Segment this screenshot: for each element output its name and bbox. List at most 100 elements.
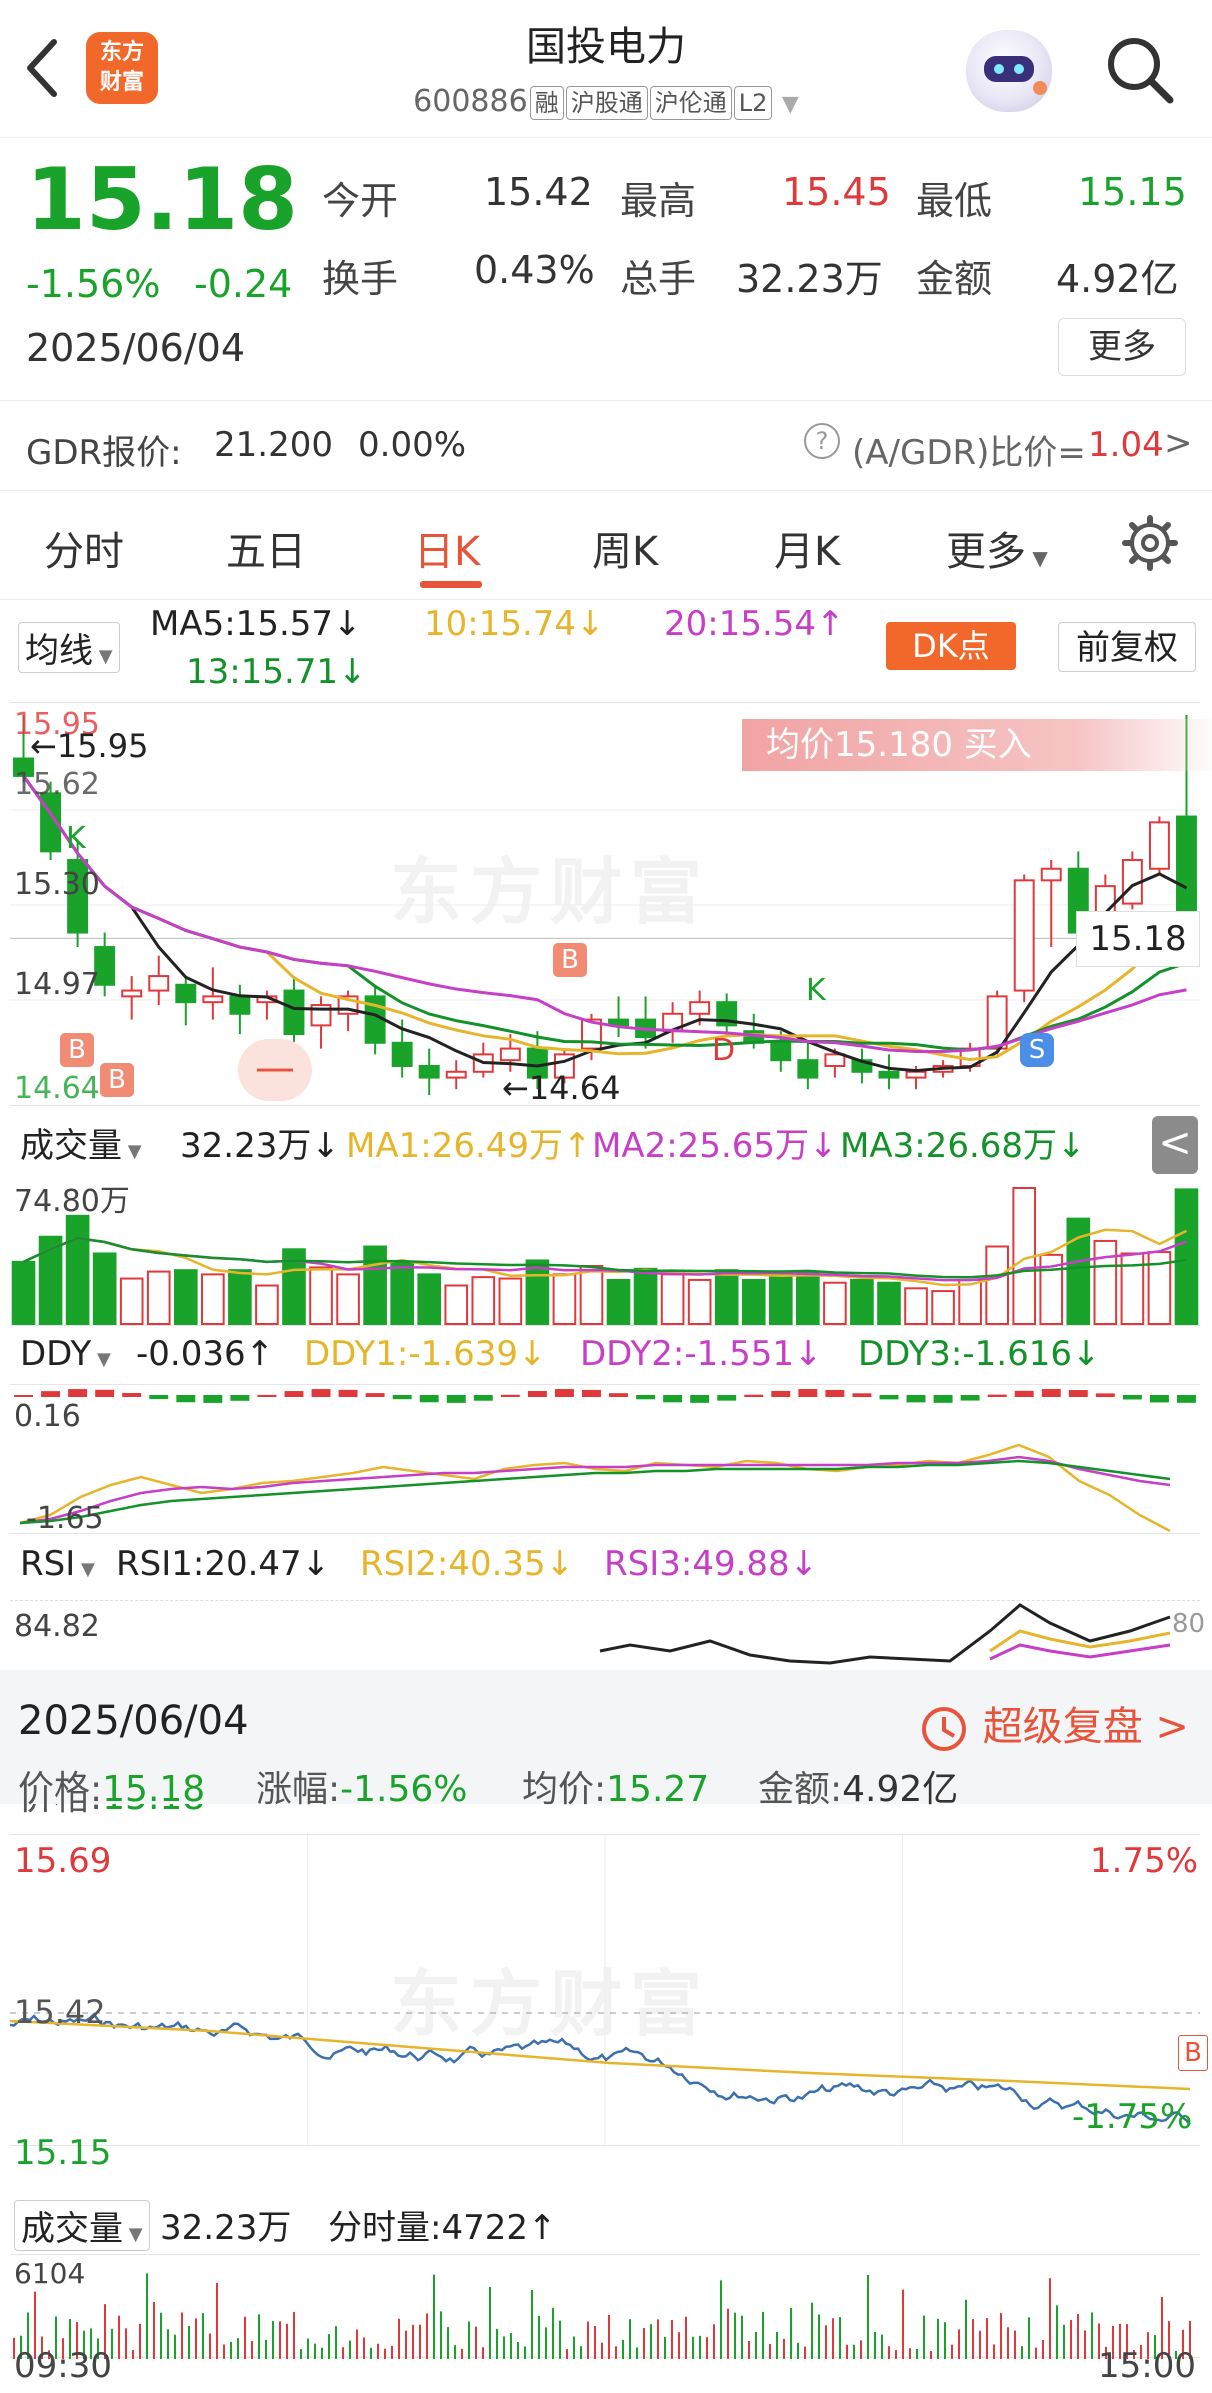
ma20-value: 20:15.54↑ (664, 604, 845, 644)
avg-price-banner[interactable]: 均价15.180 买入 (742, 719, 1212, 771)
volume-bar (660, 1273, 685, 1325)
volume-svg (11, 1187, 1199, 1326)
k-marker-left: K (66, 821, 86, 856)
volume-bar (11, 1260, 36, 1326)
volume-bar (119, 1277, 144, 1325)
candle-body (689, 1001, 711, 1015)
ddy-bar (933, 1395, 953, 1403)
volume-bar (444, 1284, 469, 1325)
rsi-selector[interactable]: RSI ▼ (14, 1544, 101, 1584)
ddy-selector[interactable]: DDY ▼ (14, 1334, 117, 1374)
sell-marker[interactable]: S (1020, 1033, 1054, 1067)
volume-selector[interactable]: 成交量 ▼ (14, 1118, 148, 1167)
buy-marker[interactable]: B (553, 943, 587, 977)
kline-y-2: 15.62 (14, 767, 100, 802)
candle-body (1040, 867, 1062, 882)
ma13-value: 13:15.71↓ (186, 652, 367, 692)
search-icon[interactable] (1104, 34, 1174, 104)
candle-body (445, 1070, 467, 1079)
open-label: 今开 (322, 179, 399, 223)
settings-gear-icon[interactable] (1122, 515, 1178, 571)
volume-bar (471, 1276, 496, 1326)
ddy-bar (473, 1395, 493, 1401)
stock-code: 600886 (413, 84, 528, 119)
high-value: 15.45 (782, 170, 891, 214)
ddy-y-bottom: -1.65 (26, 1501, 104, 1536)
help-icon[interactable]: ? (804, 423, 840, 459)
change-percent: -1.56% (26, 262, 161, 306)
volume-bar (985, 1245, 1009, 1325)
kline-y-4: 14.97 (14, 967, 100, 1002)
volume-bar (1174, 1188, 1199, 1326)
collapse-arrow-icon[interactable]: < (1152, 1116, 1198, 1174)
ddy-bar (527, 1390, 547, 1397)
volume-bar (417, 1273, 442, 1325)
intraday-pct-top: 1.75% (1090, 1841, 1199, 1881)
ma-selector[interactable]: 均线 ▼ (18, 622, 120, 673)
volume-bar (255, 1284, 279, 1325)
ma5-line (22, 775, 1188, 1073)
robot-assistant-icon[interactable] (966, 30, 1052, 112)
ma20-line (22, 775, 1187, 1053)
intraday-y-bottom: 15.15 (14, 2133, 112, 2173)
tab-five-day[interactable]: 五日 (226, 519, 306, 577)
intraday-info-row: 价格:15.18 涨幅:-1.56% 均价:15.27 金额:4.92亿 (0, 1752, 1212, 1810)
ddy-bar (365, 1393, 385, 1397)
gdr-row[interactable]: GDR报价: 21.200 0.00% ? (A/GDR)比价= 1.04 > (0, 400, 1212, 488)
volume-ma3: MA3:26.68万↓ (840, 1126, 1086, 1166)
ddy-bar (554, 1389, 574, 1397)
candle-body (770, 1041, 792, 1062)
ma10-line (22, 775, 1188, 1062)
rsi-y-top: 84.82 (14, 1609, 100, 1644)
intraday-tick-volume: 分时量:4722↑ (328, 2208, 557, 2248)
intraday-buy-marker[interactable]: B (1178, 2035, 1208, 2071)
super-replay-link[interactable]: 超级复盘 > (918, 1694, 1189, 1755)
rsi1-line (599, 1603, 1171, 1665)
volume-chart[interactable]: 74.80万 (10, 1174, 1200, 1326)
volume-bar (363, 1245, 387, 1325)
ddy-bar (1122, 1395, 1142, 1400)
more-button[interactable]: 更多 (1058, 318, 1186, 376)
buy-marker-left-2[interactable]: B (100, 1063, 134, 1097)
margin-tag: 融 (529, 86, 564, 120)
kline-low-mark: ←14.64 (502, 1069, 621, 1107)
intraday-volume-chart[interactable]: 6104 (10, 2254, 1200, 2359)
tab-monthly-k[interactable]: 月K (774, 519, 840, 577)
volume-bar (201, 1273, 225, 1325)
candle-body (878, 1070, 900, 1079)
sh-london-tag: 沪伦通 (649, 86, 732, 120)
tab-more[interactable]: 更多 ▼ (946, 519, 1048, 577)
intraday-volume-selector[interactable]: 成交量 ▼ (14, 2200, 150, 2251)
intraday-y-top: 15.69 (14, 1841, 112, 1881)
ddy-bar (149, 1395, 169, 1400)
gdr-ratio-value: 1.04 (1088, 425, 1164, 465)
volume-bar (931, 1290, 955, 1325)
open-value: 15.42 (484, 170, 593, 214)
ddy-bar (68, 1389, 88, 1397)
ddy-bar (338, 1389, 358, 1397)
candle-body (148, 975, 170, 992)
volume-bar (633, 1267, 658, 1325)
amount-value: 4.92亿 (1056, 257, 1179, 301)
tab-daily-k[interactable]: 日K (414, 519, 480, 577)
tab-intraday[interactable]: 分时 (44, 519, 124, 577)
turnover-value: 0.43% (474, 248, 595, 292)
ddy-chart[interactable]: 0.16 -1.65 (10, 1384, 1200, 1536)
rsi-chart[interactable]: 84.82 80 (10, 1600, 1205, 1670)
ddy-bar (582, 1389, 601, 1397)
volume-value: 32.23万 (736, 257, 883, 301)
d-marker: D (712, 1033, 736, 1068)
ddy-bar (609, 1393, 628, 1397)
dk-point-button[interactable]: DK点 (886, 622, 1016, 670)
ddy-bar (311, 1389, 331, 1397)
ddy-bar (392, 1395, 412, 1400)
gdr-percent: 0.00% (358, 425, 467, 465)
intraday-chart[interactable]: 东方财富 15.69 15.42 15.15 1.75% -1.75% B (9, 1834, 1208, 2173)
buy-marker-left[interactable]: B (60, 1033, 94, 1067)
tab-weekly-k[interactable]: 周K (592, 519, 658, 577)
forward-adjust-button[interactable]: 前复权 (1058, 622, 1196, 672)
volume-bar (146, 1270, 171, 1325)
candle-body (391, 1041, 413, 1067)
kline-chart[interactable]: 东方财富 15.95 15.62 15.30 14.97 14.64 ←15.9… (10, 702, 1212, 1107)
minus-bubble: — (238, 1039, 312, 1101)
